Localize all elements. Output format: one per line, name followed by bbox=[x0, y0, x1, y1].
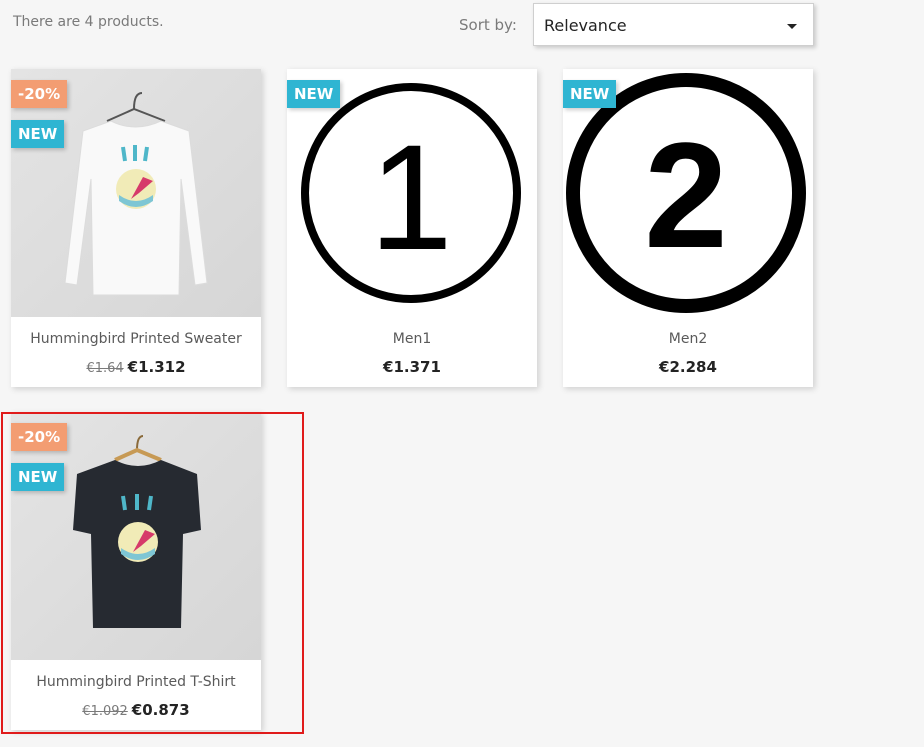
new-flag: NEW bbox=[563, 80, 617, 108]
product-name[interactable]: Men2 bbox=[563, 331, 813, 347]
sort-selected-value: Relevance bbox=[544, 16, 627, 35]
product-card-tshirt[interactable]: -20% NEW Hummingbird Printed T-Shirt €1.… bbox=[11, 412, 261, 730]
product-card-men2[interactable]: 2 NEW Men2 €2.284 bbox=[563, 69, 813, 387]
new-flag: NEW bbox=[11, 463, 65, 491]
product-name[interactable]: Men1 bbox=[287, 331, 537, 347]
sort-select[interactable]: Relevance bbox=[533, 3, 814, 46]
product-card-men1[interactable]: 1 NEW Men1 €1.371 bbox=[287, 69, 537, 387]
product-prices: €2.284 bbox=[563, 357, 813, 376]
sale-price: €1.312 bbox=[127, 358, 186, 376]
product-prices: €1.64 €1.312 bbox=[11, 357, 261, 376]
product-card-sweater[interactable]: -20% NEW Hummingbird Printed Sweater €1.… bbox=[11, 69, 261, 387]
regular-price: €1.64 bbox=[86, 361, 124, 376]
sort-label: Sort by: bbox=[459, 16, 517, 34]
product-name[interactable]: Hummingbird Printed T-Shirt bbox=[11, 674, 261, 690]
product-prices: €1.092 €0.873 bbox=[11, 700, 261, 719]
product-count: There are 4 products. bbox=[13, 14, 164, 30]
discount-flag: -20% bbox=[11, 80, 68, 108]
discount-flag: -20% bbox=[11, 423, 68, 451]
regular-price: €1.092 bbox=[82, 704, 128, 719]
caret-down-icon bbox=[787, 24, 797, 29]
men1-digit: 1 bbox=[369, 113, 452, 281]
sale-price: €0.873 bbox=[131, 701, 190, 719]
product-prices: €1.371 bbox=[287, 357, 537, 376]
new-flag: NEW bbox=[11, 120, 65, 148]
men2-digit: 2 bbox=[644, 111, 727, 279]
new-flag: NEW bbox=[287, 80, 341, 108]
product-price: €1.371 bbox=[383, 358, 441, 376]
product-name[interactable]: Hummingbird Printed Sweater bbox=[11, 331, 261, 347]
product-price: €2.284 bbox=[659, 358, 717, 376]
